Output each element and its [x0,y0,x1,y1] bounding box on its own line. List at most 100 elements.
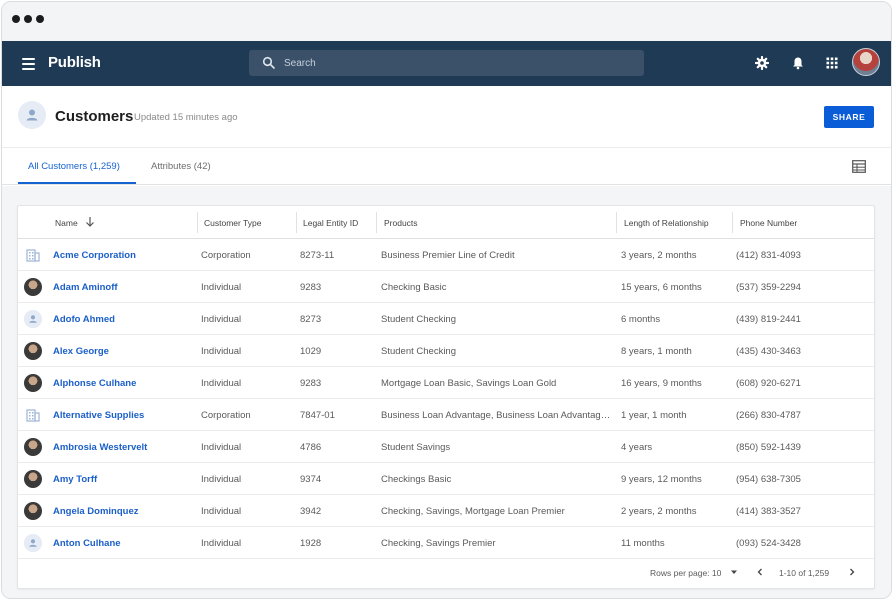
menu-icon[interactable] [22,58,35,70]
table-row[interactable]: Amy Torff Individual 9374 Checkings Basic 9 … [18,463,874,495]
table-row[interactable]: Alphonse Culhane Individual 9283 Mortgage L… [18,367,874,399]
dropdown-arrow-icon[interactable] [729,567,739,577]
column-header-customer-type[interactable]: Customer Type [204,218,261,228]
person-icon [24,310,42,328]
page-header: Customers Updated 15 minutes ago SHARE [2,86,891,148]
app-title: Publish [48,54,101,71]
customer-name-link[interactable]: Acme Corporation [53,250,193,261]
column-header-legal-entity-id[interactable]: Legal Entity ID [303,218,358,228]
customer-name-link[interactable]: Adam Aminoff [53,282,193,293]
legal-entity-id-cell: 4786 [300,442,322,453]
table-header: Name Customer Type Legal Entity ID Produ… [18,206,874,239]
table-row[interactable]: Angela Dominquez Individual 3942 Checking, … [18,495,874,527]
customer-type-cell: Individual [201,538,242,549]
content-area: Name Customer Type Legal Entity ID Produ… [2,186,891,598]
customer-name-link[interactable]: Adofo Ahmed [53,314,193,325]
rows-per-page-label[interactable]: Rows per page: 10 [650,568,721,578]
products-cell: Checkings Basic [381,474,452,485]
table-row[interactable]: Adam Aminoff Individual 9283 Checking Basic… [18,271,874,303]
products-cell: Business Loan Advantage, Business Loan A… [381,410,611,421]
customer-name-link[interactable]: Alphonse Culhane [53,378,193,389]
column-header-name[interactable]: Name [55,218,78,228]
phone-number-cell: (537) 359-2294 [736,282,801,293]
legal-entity-id-cell: 8273 [300,314,322,325]
phone-number-cell: (850) 592-1439 [736,442,801,453]
table-row[interactable]: Anton Culhane Individual 1928 Checking, Sav… [18,527,874,559]
bell-icon[interactable] [791,56,805,70]
apps-grid-icon[interactable] [825,56,839,70]
table-pagination: Rows per page: 10 1-10 of 1,259 [18,558,874,588]
column-divider [296,212,297,233]
legal-entity-id-cell: 1029 [300,346,322,357]
column-divider [732,212,733,233]
phone-number-cell: (412) 831-4093 [736,250,801,261]
building-icon [24,246,42,264]
customer-type-cell: Individual [201,378,242,389]
avatar [24,342,42,360]
table-row[interactable]: Acme Corporation Corporation 8273-11 Busine… [18,239,874,271]
tab-attributes[interactable]: Attributes (42) [151,161,211,172]
column-header-length[interactable]: Length of Relationship [624,218,709,228]
products-cell: Checking Basic [381,282,447,293]
table-row[interactable]: Alex George Individual 1029 Student Checkin… [18,335,874,367]
building-icon [24,406,42,424]
customer-name-link[interactable]: Anton Culhane [53,538,193,549]
phone-number-cell: (954) 638-7305 [736,474,801,485]
column-header-products[interactable]: Products [384,218,418,228]
relationship-length-cell: 1 year, 1 month [621,410,687,421]
legal-entity-id-cell: 9374 [300,474,322,485]
customer-type-cell: Individual [201,442,242,453]
products-cell: Checking, Savings Premier [381,538,496,549]
tab-all-customers[interactable]: All Customers (1,259) [28,161,120,172]
relationship-length-cell: 8 years, 1 month [621,346,692,357]
products-cell: Student Checking [381,346,456,357]
products-cell: Mortgage Loan Basic, Savings Loan Gold [381,378,557,389]
top-navbar: Publish Search [2,41,891,86]
relationship-length-cell: 11 months [621,538,665,549]
page-title: Customers [55,108,134,125]
legal-entity-id-cell: 9283 [300,378,322,389]
active-tab-indicator [18,182,136,184]
customer-name-link[interactable]: Angela Dominquez [53,506,193,517]
relationship-length-cell: 4 years [621,442,653,453]
search-input[interactable]: Search [249,50,644,76]
search-placeholder: Search [284,58,316,69]
table-view-icon[interactable] [852,160,866,173]
window-dot-icon[interactable] [12,15,20,23]
relationship-length-cell: 9 years, 12 months [621,474,702,485]
sort-down-icon[interactable] [85,216,95,227]
customer-name-link[interactable]: Alex George [53,346,193,357]
customer-name-link[interactable]: Ambrosia Westervelt [53,442,193,453]
chevron-right-icon[interactable] [847,567,857,577]
customer-type-cell: Individual [201,474,242,485]
phone-number-cell: (414) 383-3527 [736,506,801,517]
table-row[interactable]: Alternative Supplies Corporation 7847-01 Bu… [18,399,874,431]
legal-entity-id-cell: 1928 [300,538,322,549]
browser-window: Publish Search Customers Updated 15 minu… [1,1,892,599]
phone-number-cell: (608) 920-6271 [736,378,801,389]
window-dot-icon[interactable] [36,15,44,23]
relationship-length-cell: 3 years, 2 months [621,250,697,261]
products-cell: Business Premier Line of Credit [381,250,515,261]
column-header-phone[interactable]: Phone Number [740,218,797,228]
customer-type-cell: Individual [201,506,242,517]
legal-entity-id-cell: 7847-01 [300,410,335,421]
customers-table: Name Customer Type Legal Entity ID Produ… [17,205,875,589]
customer-name-link[interactable]: Alternative Supplies [53,410,193,421]
search-icon [262,56,275,69]
window-dot-icon[interactable] [24,15,32,23]
table-row[interactable]: Ambrosia Westervelt Individual 4786 Student… [18,431,874,463]
phone-number-cell: (266) 830-4787 [736,410,801,421]
window-titlebar [2,2,891,41]
phone-number-cell: (093) 524-3428 [736,538,801,549]
customer-type-cell: Individual [201,346,242,357]
chevron-left-icon[interactable] [755,567,765,577]
phone-number-cell: (435) 430-3463 [736,346,801,357]
column-divider [616,212,617,233]
share-button[interactable]: SHARE [824,106,874,128]
user-avatar[interactable] [852,48,880,76]
settings-icon[interactable] [755,56,769,70]
table-row[interactable]: Adofo Ahmed Individual 8273 Student Checkin… [18,303,874,335]
relationship-length-cell: 6 months [621,314,661,325]
customer-name-link[interactable]: Amy Torff [53,474,193,485]
